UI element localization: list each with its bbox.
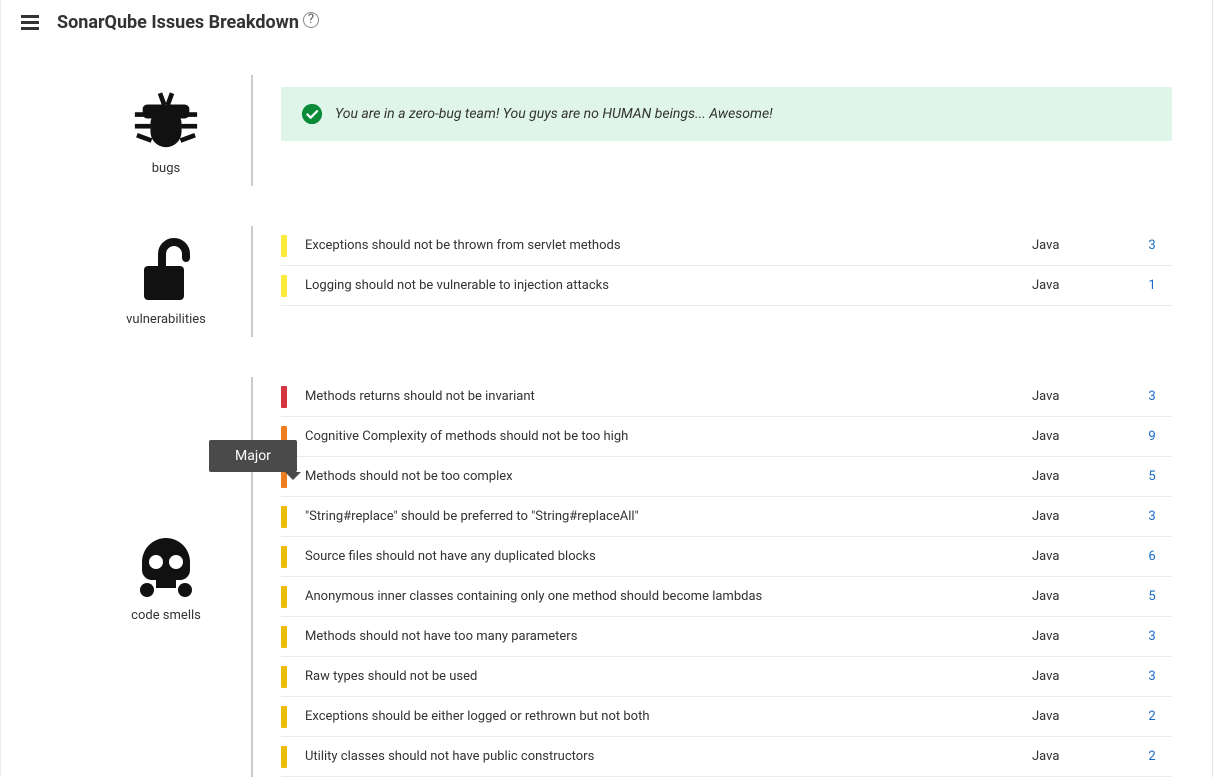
- issue-language: Java: [1032, 278, 1132, 293]
- issue-name: Anonymous inner classes containing only …: [305, 589, 1032, 604]
- help-icon[interactable]: ?: [303, 12, 319, 28]
- issue-count-link[interactable]: 2: [1148, 709, 1155, 724]
- issue-language: Java: [1032, 589, 1132, 604]
- issue-row: Methods returns should not be invariantJ…: [281, 377, 1172, 417]
- issue-count-link[interactable]: 6: [1148, 549, 1155, 564]
- severity-bar[interactable]: [281, 386, 287, 408]
- issue-count-link[interactable]: 5: [1148, 589, 1155, 604]
- section-bugs: bugs You are in a zero-bug team! You guy…: [81, 75, 1172, 186]
- skull-icon: [131, 532, 201, 602]
- issue-language: Java: [1032, 549, 1132, 564]
- menu-icon[interactable]: [21, 12, 39, 33]
- issue-language: Java: [1032, 669, 1132, 684]
- issue-name: "String#replace" should be preferred to …: [305, 509, 1032, 524]
- issue-row: Cognitive Complexity of methods should n…: [281, 417, 1172, 457]
- bug-icon: [126, 85, 206, 155]
- issue-count-link[interactable]: 3: [1148, 629, 1155, 644]
- page-title: SonarQube Issues Breakdown: [57, 12, 299, 33]
- issue-row: Exceptions should be either logged or re…: [281, 697, 1172, 737]
- issue-row: Raw types should not be usedJava 3: [281, 657, 1172, 697]
- issue-row: Methods should not have too many paramet…: [281, 617, 1172, 657]
- issue-name: Raw types should not be used: [305, 669, 1032, 684]
- issue-name: Logging should not be vulnerable to inje…: [305, 278, 1032, 293]
- issue-row: Methods should not be too complexJava 5: [281, 457, 1172, 497]
- issue-language: Java: [1032, 629, 1132, 644]
- severity-bar[interactable]: [281, 275, 287, 297]
- severity-bar[interactable]: [281, 626, 287, 648]
- issue-count-link[interactable]: 3: [1148, 238, 1155, 253]
- unlock-icon: [136, 236, 196, 306]
- issue-name: Methods should not be too complex: [305, 469, 1032, 484]
- section-codesmells: code smells Methods returns should not b…: [81, 377, 1172, 777]
- issue-row: Source files should not have any duplica…: [281, 537, 1172, 577]
- severity-tooltip: Major: [209, 440, 297, 472]
- issue-row: "String#replace" should be preferred to …: [281, 497, 1172, 537]
- severity-bar[interactable]: [281, 506, 287, 528]
- issue-language: Java: [1032, 389, 1132, 404]
- issue-language: Java: [1032, 749, 1132, 764]
- issue-language: Java: [1032, 709, 1132, 724]
- category-label-bugs: bugs: [152, 161, 180, 176]
- issue-count-link[interactable]: 9: [1148, 429, 1155, 444]
- category-bugs: bugs: [81, 75, 253, 186]
- issue-row: Logging should not be vulnerable to inje…: [281, 266, 1172, 306]
- issue-row: Anonymous inner classes containing only …: [281, 577, 1172, 617]
- issue-name: Exceptions should not be thrown from ser…: [305, 238, 1032, 253]
- category-codesmells: code smells: [81, 377, 253, 777]
- issue-count-link[interactable]: 3: [1148, 509, 1155, 524]
- issue-language: Java: [1032, 238, 1132, 253]
- severity-bar[interactable]: [281, 666, 287, 688]
- issue-name: Methods should not have too many paramet…: [305, 629, 1032, 644]
- severity-bar[interactable]: [281, 746, 287, 768]
- severity-bar[interactable]: [281, 586, 287, 608]
- issue-name: Source files should not have any duplica…: [305, 549, 1032, 564]
- issue-count-link[interactable]: 3: [1148, 669, 1155, 684]
- severity-bar[interactable]: [281, 235, 287, 257]
- issue-language: Java: [1032, 509, 1132, 524]
- issue-count-link[interactable]: 3: [1148, 389, 1155, 404]
- issue-name: Methods returns should not be invariant: [305, 389, 1032, 404]
- issue-row: Utility classes should not have public c…: [281, 737, 1172, 777]
- issue-name: Utility classes should not have public c…: [305, 749, 1032, 764]
- issue-count-link[interactable]: 2: [1148, 749, 1155, 764]
- issue-name: Cognitive Complexity of methods should n…: [305, 429, 1032, 444]
- issue-count-link[interactable]: 5: [1148, 469, 1155, 484]
- zero-bug-banner: You are in a zero-bug team! You guys are…: [281, 87, 1172, 141]
- issue-name: Exceptions should be either logged or re…: [305, 709, 1032, 724]
- severity-bar[interactable]: [281, 546, 287, 568]
- banner-text: You are in a zero-bug team! You guys are…: [335, 106, 773, 122]
- check-circle-icon: [301, 103, 323, 125]
- category-label-vulnerabilities: vulnerabilities: [126, 312, 206, 327]
- section-vulnerabilities: vulnerabilities Exceptions should not be…: [81, 226, 1172, 337]
- issue-language: Java: [1032, 429, 1132, 444]
- issue-language: Java: [1032, 469, 1132, 484]
- category-vulnerabilities: vulnerabilities: [81, 226, 253, 337]
- issue-row: Exceptions should not be thrown from ser…: [281, 226, 1172, 266]
- severity-bar[interactable]: [281, 706, 287, 728]
- issue-count-link[interactable]: 1: [1148, 278, 1155, 293]
- category-label-codesmells: code smells: [131, 608, 201, 623]
